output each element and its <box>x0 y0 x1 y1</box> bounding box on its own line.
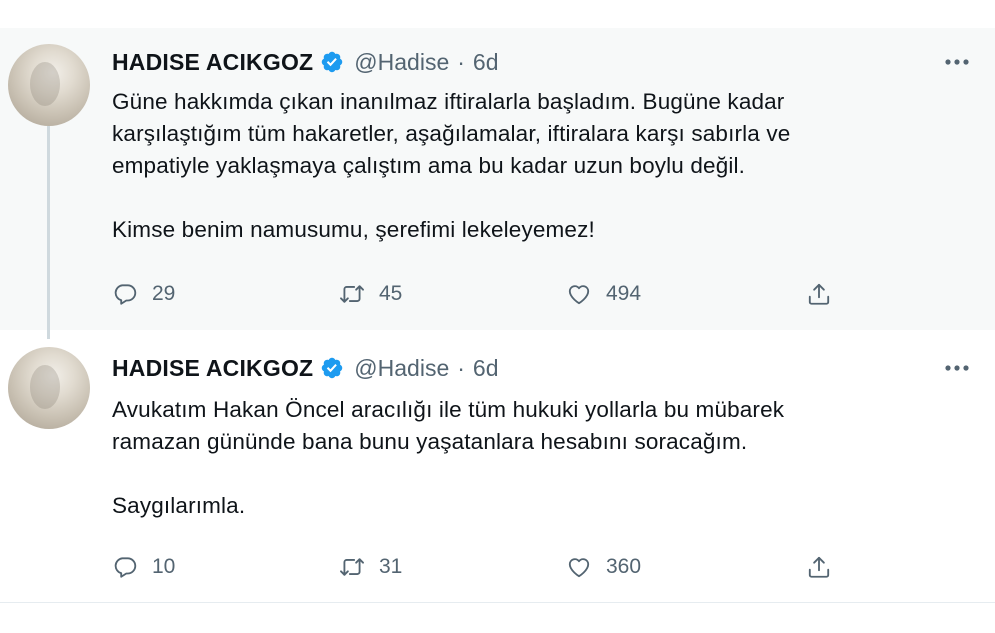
author-name[interactable]: HADISE ACIKGOZ <box>112 49 313 76</box>
tweet-text: Avukatım Hakan Öncel aracılığı ile tüm h… <box>112 397 785 518</box>
retweet-count: 45 <box>379 282 403 305</box>
reply-bubble-icon <box>114 284 137 305</box>
verified-badge-icon <box>322 357 343 379</box>
separator-dot: · <box>457 354 465 381</box>
like-button[interactable]: 360 <box>566 552 641 582</box>
reply-button[interactable]: 29 <box>112 279 175 309</box>
author-handle[interactable]: @Hadise <box>354 355 449 382</box>
more-horizontal-icon[interactable] <box>941 356 973 380</box>
reply-button[interactable]: 10 <box>112 552 175 582</box>
reply-count: 10 <box>152 555 176 578</box>
like-button[interactable]: 494 <box>566 279 641 309</box>
avatar[interactable] <box>8 347 90 429</box>
author-name[interactable]: HADISE ACIKGOZ <box>112 355 313 382</box>
heart-icon <box>568 285 590 305</box>
reply-count: 29 <box>152 282 176 305</box>
timestamp[interactable]: 6d <box>473 49 499 76</box>
tweet-header: HADISE ACIKGOZ @Hadise · 6d <box>112 352 499 384</box>
like-count: 494 <box>606 282 642 305</box>
timestamp[interactable]: 6d <box>473 355 499 382</box>
share-upload-icon <box>808 283 830 305</box>
retweet-count: 31 <box>379 555 403 578</box>
retweet-button[interactable]: 45 <box>339 279 402 309</box>
tweet-1[interactable]: HADISE ACIKGOZ @Hadise · 6d Güne hakkımd… <box>0 28 995 330</box>
heart-icon <box>568 558 590 578</box>
verified-badge-icon <box>322 51 343 73</box>
tweet-header: HADISE ACIKGOZ @Hadise · 6d <box>112 46 499 78</box>
share-button[interactable] <box>806 279 832 309</box>
separator-dot: · <box>457 48 465 75</box>
tweet-text: Güne hakkımda çıkan inanılmaz iftiralarl… <box>112 89 791 242</box>
author-handle[interactable]: @Hadise <box>354 49 449 76</box>
retweet-icon <box>340 285 364 303</box>
share-button[interactable] <box>806 552 832 582</box>
retweet-icon <box>340 558 364 576</box>
like-count: 360 <box>606 555 642 578</box>
retweet-button[interactable]: 31 <box>339 552 402 582</box>
avatar[interactable] <box>8 44 90 126</box>
tweet-2[interactable]: HADISE ACIKGOZ @Hadise · 6d Avukatım Hak… <box>0 330 995 602</box>
share-upload-icon <box>808 556 830 578</box>
tweet-divider <box>0 602 995 603</box>
reply-bubble-icon <box>114 557 137 578</box>
thread-connector-line <box>47 126 50 339</box>
more-horizontal-icon[interactable] <box>941 50 973 74</box>
